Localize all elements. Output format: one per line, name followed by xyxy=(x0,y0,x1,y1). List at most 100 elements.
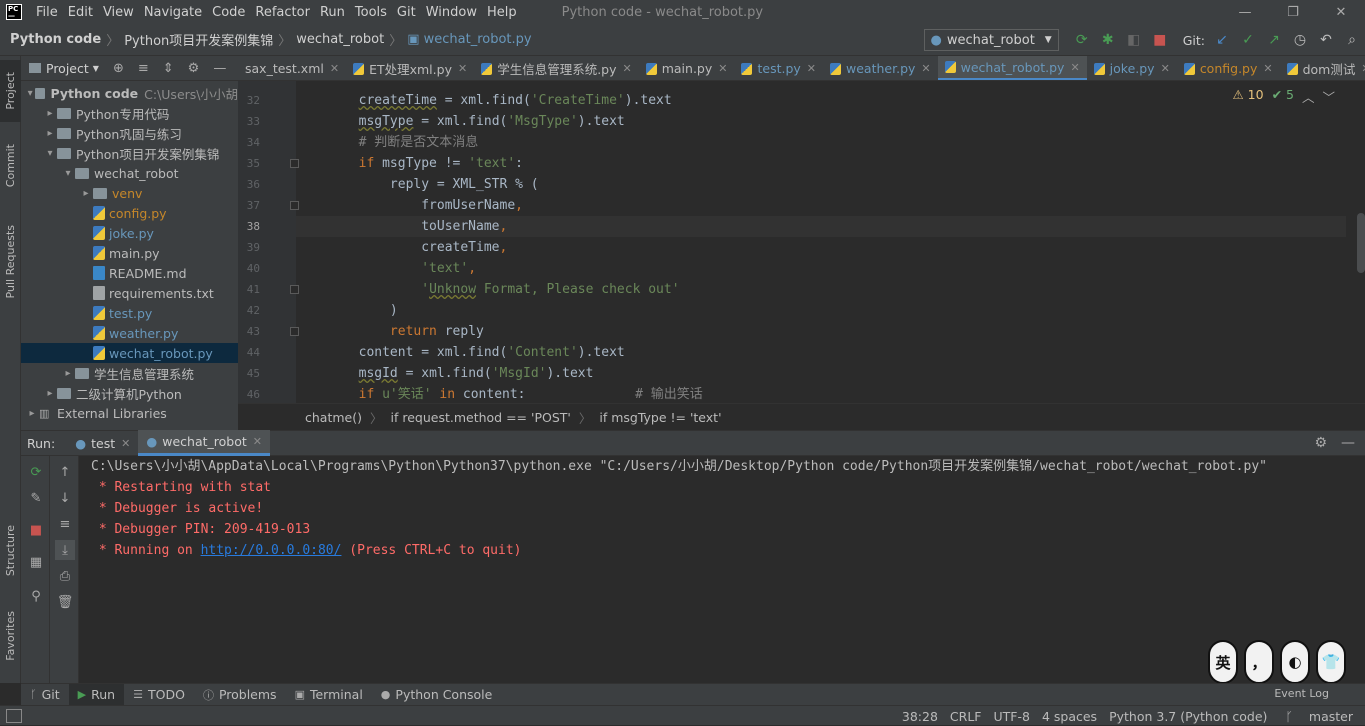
menu-refactor[interactable]: Refactor xyxy=(250,5,315,20)
tool-windows-toggle-icon[interactable] xyxy=(6,708,22,723)
collapse-all-icon[interactable]: ⇕ xyxy=(163,61,174,76)
caret-position[interactable]: 38:28 xyxy=(896,709,944,724)
tree-item[interactable]: ▸ Python专用代码 xyxy=(21,103,238,123)
editor-tab[interactable]: 学生信息管理系统.py ✕ xyxy=(474,56,639,80)
code-line[interactable]: return reply xyxy=(296,321,484,342)
git-push-icon[interactable]: ↗ xyxy=(1263,29,1285,51)
chevron-up-icon[interactable]: ︿ xyxy=(1302,87,1315,106)
code-line[interactable]: if msgType != 'text': xyxy=(296,153,523,174)
chevron-down-icon[interactable]: ▾ xyxy=(61,168,75,179)
menu-code[interactable]: Code xyxy=(207,5,250,20)
tree-item[interactable]: ▸ 二级计算机Python xyxy=(21,383,238,403)
restore-icon[interactable]: ❐ xyxy=(1269,0,1317,24)
nav-crumb-subfolder[interactable]: wechat_robot xyxy=(296,32,384,47)
close-icon[interactable]: ✕ xyxy=(1070,61,1079,74)
tree-item[interactable]: config.py xyxy=(21,203,238,223)
chevron-right-icon[interactable]: ▸ xyxy=(43,128,57,139)
close-icon[interactable]: ✕ xyxy=(718,62,727,75)
soft-wrap-icon[interactable]: ≡ xyxy=(55,514,75,534)
code-line[interactable]: if u'笑话' in content: # 输出笑话 xyxy=(296,384,703,403)
coverage-icon[interactable]: ◧ xyxy=(1123,29,1145,51)
menu-tools[interactable]: Tools xyxy=(350,5,392,20)
editor-tab[interactable]: main.py ✕ xyxy=(639,56,735,80)
rollback-icon[interactable]: ↶ xyxy=(1315,29,1337,51)
editor-tab[interactable]: test.py ✕ xyxy=(734,56,823,80)
code-line[interactable]: toUserName, xyxy=(296,216,1346,237)
run-tab-wechat-robot[interactable]: ● wechat_robot ✕ xyxy=(138,430,270,456)
git-update-icon[interactable]: ↙ xyxy=(1211,29,1233,51)
run-tab-test[interactable]: ● test ✕ xyxy=(67,430,138,456)
hide-icon[interactable]: — xyxy=(1341,435,1355,451)
code-line[interactable]: reply = XML_STR % ( xyxy=(296,174,539,195)
chevron-down-icon[interactable]: ▾ xyxy=(43,148,57,159)
toolwindow-run[interactable]: ▶ Run xyxy=(68,683,125,706)
project-panel-title[interactable]: Project xyxy=(46,61,89,76)
code-line[interactable]: createTime, xyxy=(296,237,507,258)
arrow-down-icon[interactable]: ↓ xyxy=(55,488,75,508)
stop-icon[interactable]: ■ xyxy=(26,520,46,540)
editor-tab[interactable]: joke.py ✕ xyxy=(1087,56,1177,80)
sidebar-tab-favorites[interactable]: Favorites xyxy=(0,601,21,671)
close-icon[interactable]: ✕ xyxy=(623,62,632,75)
console-link[interactable]: http://0.0.0.0:80/ xyxy=(201,543,342,558)
scroll-to-end-icon[interactable]: ⤓ xyxy=(55,540,75,560)
rerun-icon[interactable]: ⟳ xyxy=(26,462,46,482)
toolwindow-python-console[interactable]: ● Python Console xyxy=(372,684,502,706)
close-icon[interactable]: ✕ xyxy=(1317,0,1365,24)
editor-scrollbar[interactable] xyxy=(1357,213,1365,273)
sidebar-tab-project[interactable]: Project xyxy=(0,60,21,122)
chevron-down-icon[interactable]: ▼ xyxy=(93,64,99,73)
tree-item[interactable]: weather.py xyxy=(21,323,238,343)
sidebar-tab-pull-requests[interactable]: Pull Requests xyxy=(0,212,21,312)
breadcrumb-function[interactable]: chatme() xyxy=(305,410,362,425)
chevron-down-icon[interactable]: ﹀ xyxy=(1322,87,1335,106)
nav-crumb-file[interactable]: ▣ wechat_robot.py xyxy=(407,32,531,47)
chevron-right-icon[interactable]: ▸ xyxy=(61,368,75,379)
tree-item[interactable]: ▸ venv xyxy=(21,183,238,203)
rerun-icon[interactable]: ⟳ xyxy=(1071,29,1093,51)
editor-tab[interactable]: weather.py ✕ xyxy=(823,56,938,80)
history-icon[interactable]: ◷ xyxy=(1289,29,1311,51)
git-commit-icon[interactable]: ✓ xyxy=(1237,29,1259,51)
code-line[interactable]: msgType = xml.find('MsgType').text xyxy=(296,111,625,132)
menu-run[interactable]: Run xyxy=(315,5,350,20)
run-configuration-dropdown[interactable]: ● wechat_robot ▼ xyxy=(923,29,1059,51)
inspection-widget[interactable]: ⚠ 10 ✔ 5 ︿ ﹀ xyxy=(1232,87,1335,106)
run-console[interactable]: C:\Users\小小胡\AppData\Local\Programs\Pyth… xyxy=(79,456,1365,683)
code-editor[interactable]: 32 33 34 35 36 37 38 39 40 41 42 43 44 45 46 createTim… xyxy=(238,81,1365,403)
close-icon[interactable]: ✕ xyxy=(253,435,262,448)
chevron-right-icon[interactable]: ▸ xyxy=(25,408,39,419)
wrench-icon[interactable]: ✎ xyxy=(26,488,46,508)
stop-icon[interactable]: ■ xyxy=(1149,29,1171,51)
menu-git[interactable]: Git xyxy=(392,5,421,20)
chevron-right-icon[interactable]: ▸ xyxy=(79,188,93,199)
editor-tab[interactable]: sax_test.xml ✕ xyxy=(238,56,346,80)
toolwindow-todo[interactable]: ☰ TODO xyxy=(124,684,194,706)
breadcrumb-if-msgtype[interactable]: if msgType != 'text' xyxy=(599,410,721,425)
editor-tab[interactable]: wechat_robot.py ✕ xyxy=(937,56,1087,80)
breadcrumb-if-post[interactable]: if request.method == 'POST' xyxy=(391,410,571,425)
close-icon[interactable]: ✕ xyxy=(1361,62,1365,75)
layout-icon[interactable]: ▦ xyxy=(26,552,46,572)
tree-item[interactable]: ▸ 学生信息管理系统 xyxy=(21,363,238,383)
close-icon[interactable]: ✕ xyxy=(1161,62,1170,75)
trash-icon[interactable]: 🗑 xyxy=(55,592,75,612)
event-log-button[interactable]: Event Log xyxy=(1274,687,1329,700)
sidebar-tab-commit[interactable]: Commit xyxy=(0,134,21,198)
code-line[interactable]: # 判断是否文本消息 xyxy=(296,132,479,153)
code-line[interactable]: ) xyxy=(296,300,398,321)
tree-item[interactable]: ▾ wechat_robot xyxy=(21,163,238,183)
locate-icon[interactable]: ⊕ xyxy=(113,61,124,76)
file-encoding[interactable]: UTF-8 xyxy=(988,709,1036,724)
close-icon[interactable]: ✕ xyxy=(121,437,130,450)
close-icon[interactable]: ✕ xyxy=(330,62,339,75)
toolwindow-terminal[interactable]: ▣ Terminal xyxy=(286,684,372,706)
tree-item[interactable]: requirements.txt xyxy=(21,283,238,303)
tree-item[interactable]: ▾ Python code C:\Users\小小胡 xyxy=(21,83,238,103)
git-branch[interactable]: ᚴ master xyxy=(1273,709,1365,724)
menu-navigate[interactable]: Navigate xyxy=(139,5,207,20)
tree-item[interactable]: ▾ Python项目开发案例集锦 xyxy=(21,143,238,163)
close-icon[interactable]: ✕ xyxy=(921,62,930,75)
close-icon[interactable]: ✕ xyxy=(807,62,816,75)
tree-item[interactable]: ▸ Python巩固与练习 xyxy=(21,123,238,143)
